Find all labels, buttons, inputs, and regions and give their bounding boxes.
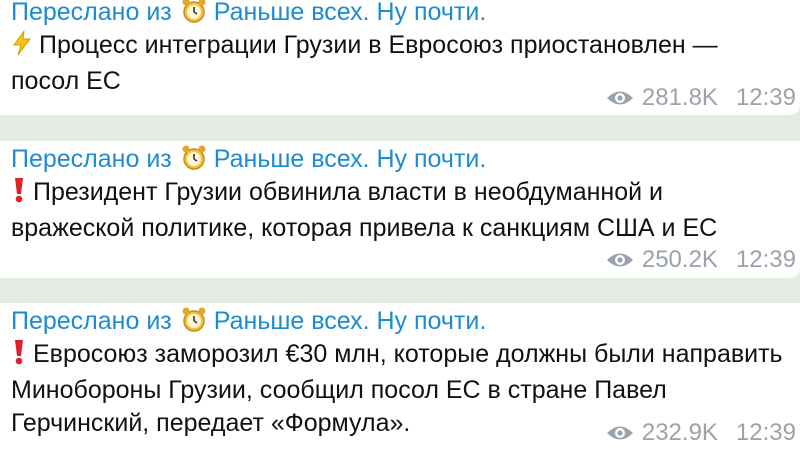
channel-name[interactable]: Раньше всех. Ну почти. bbox=[214, 0, 487, 26]
message-bubble[interactable]: Переслано из Раньше всех. Ну почти. Прези… bbox=[0, 141, 800, 278]
forwarded-prefix: Переслано из bbox=[11, 307, 172, 335]
message-meta: 232.9K 12:39 bbox=[606, 419, 796, 450]
eye-icon bbox=[606, 249, 634, 277]
exclamation-icon bbox=[11, 177, 27, 212]
message-meta: 250.2K 12:39 bbox=[606, 246, 796, 277]
eye-icon bbox=[606, 87, 634, 115]
message-body: Президент Грузии обвинила власти в необд… bbox=[11, 178, 718, 242]
message-time: 12:39 bbox=[735, 419, 796, 446]
message-bubble[interactable]: Переслано из Раньше всех. Ну почти. Проце… bbox=[0, 0, 800, 115]
views-count: 232.9K bbox=[641, 419, 718, 446]
eye-icon bbox=[606, 422, 634, 450]
forwarded-header[interactable]: Переслано из Раньше всех. Ну почти. bbox=[11, 0, 486, 32]
message-time: 12:39 bbox=[735, 84, 796, 111]
exclamation-icon bbox=[11, 339, 27, 374]
message-bubble[interactable]: Переслано из Раньше всех. Ну почти. Еврос… bbox=[0, 303, 800, 450]
forwarded-prefix: Переслано из bbox=[11, 0, 172, 26]
channel-name[interactable]: Раньше всех. Ну почти. bbox=[214, 145, 487, 173]
alarm-clock-icon bbox=[182, 0, 206, 32]
lightning-icon bbox=[11, 30, 33, 65]
message-text: Президент Грузии обвинила власти в необд… bbox=[11, 176, 788, 245]
forwarded-header[interactable]: Переслано из Раньше всех. Ну почти. bbox=[11, 143, 486, 179]
views-count: 281.8K bbox=[641, 84, 718, 111]
views-count: 250.2K bbox=[641, 246, 718, 273]
alarm-clock-icon bbox=[182, 307, 206, 341]
message-time: 12:39 bbox=[735, 246, 796, 273]
forwarded-header[interactable]: Переслано из Раньше всех. Ну почти. bbox=[11, 305, 486, 341]
message-meta: 281.8K 12:39 bbox=[606, 84, 796, 115]
alarm-clock-icon bbox=[182, 145, 206, 179]
channel-name[interactable]: Раньше всех. Ну почти. bbox=[214, 307, 487, 335]
forwarded-prefix: Переслано из bbox=[11, 145, 172, 173]
